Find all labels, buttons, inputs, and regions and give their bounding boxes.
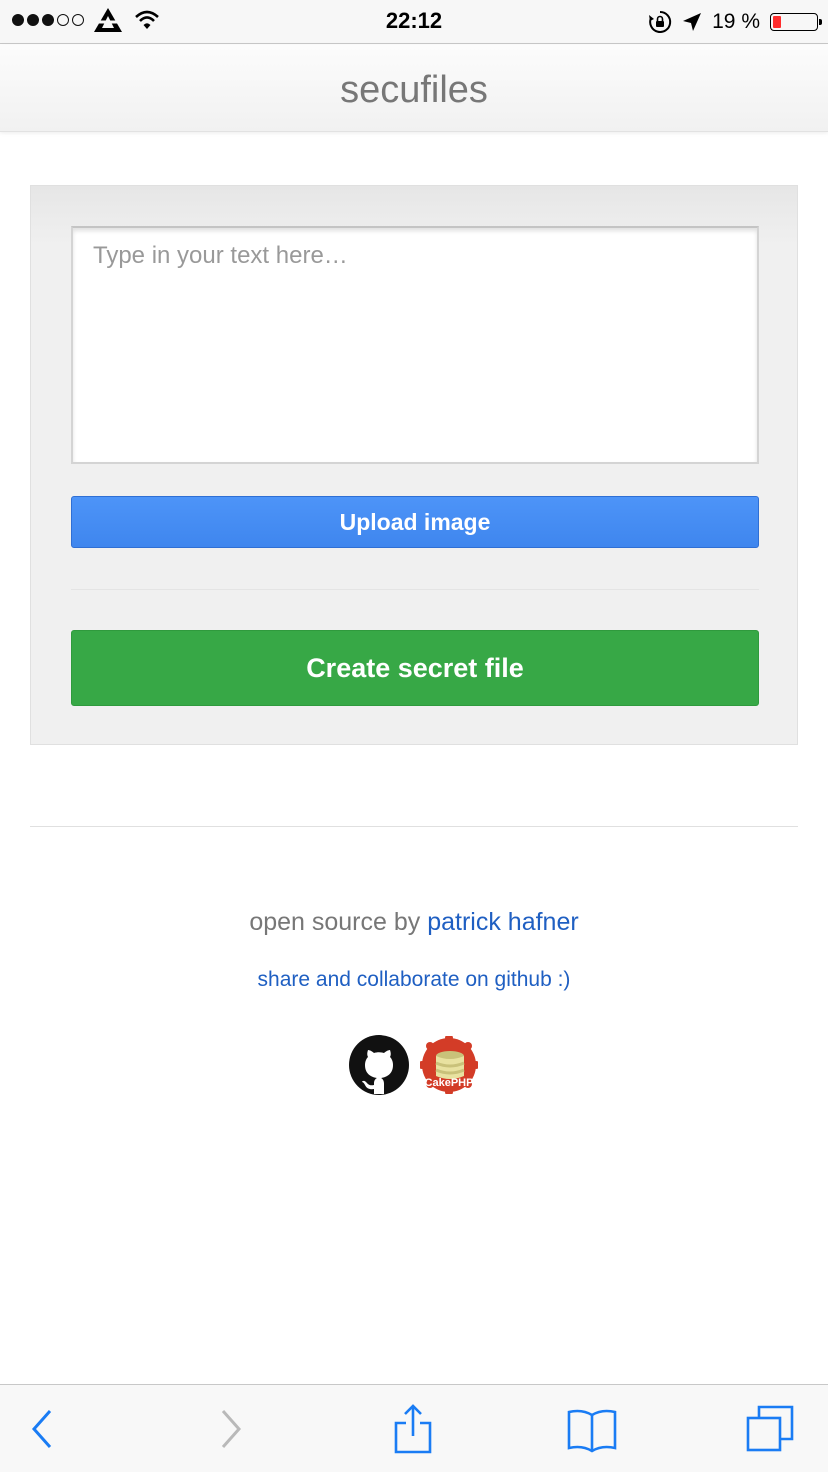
status-bar: 22:12 19 %: [0, 0, 828, 44]
footer-credit: open source by patrick hafner: [0, 908, 828, 937]
create-secret-file-button[interactable]: Create secret file: [71, 630, 759, 706]
share-icon[interactable]: [387, 1403, 439, 1455]
credit-prefix: open source by: [249, 908, 421, 936]
secret-form-panel: Upload image Create secret file: [30, 185, 798, 745]
browser-toolbar: [0, 1384, 828, 1472]
location-arrow-icon: [683, 13, 702, 31]
battery-icon: [770, 13, 822, 31]
back-icon[interactable]: [18, 1403, 70, 1455]
svg-text:CakePHP: CakePHP: [425, 1077, 474, 1089]
cakephp-logo-icon[interactable]: CakePHP: [420, 1036, 478, 1094]
github-link[interactable]: share and collaborate on github :): [0, 968, 828, 992]
github-logo-icon[interactable]: [348, 1034, 410, 1096]
divider: [71, 589, 759, 590]
upload-image-button[interactable]: Upload image: [71, 496, 759, 548]
site-header: secufiles: [0, 45, 828, 132]
bookmarks-icon[interactable]: [566, 1403, 618, 1455]
footer-logos: CakePHP: [348, 1034, 478, 1096]
forward-icon[interactable]: [205, 1403, 257, 1455]
tabs-icon[interactable]: [744, 1403, 796, 1455]
secret-text-input[interactable]: [71, 226, 759, 464]
orientation-lock-icon: [649, 10, 672, 33]
footer-divider: [30, 826, 798, 827]
author-link[interactable]: patrick hafner: [427, 908, 578, 936]
battery-percentage: 19 %: [712, 10, 760, 33]
site-title[interactable]: secufiles: [0, 45, 828, 135]
